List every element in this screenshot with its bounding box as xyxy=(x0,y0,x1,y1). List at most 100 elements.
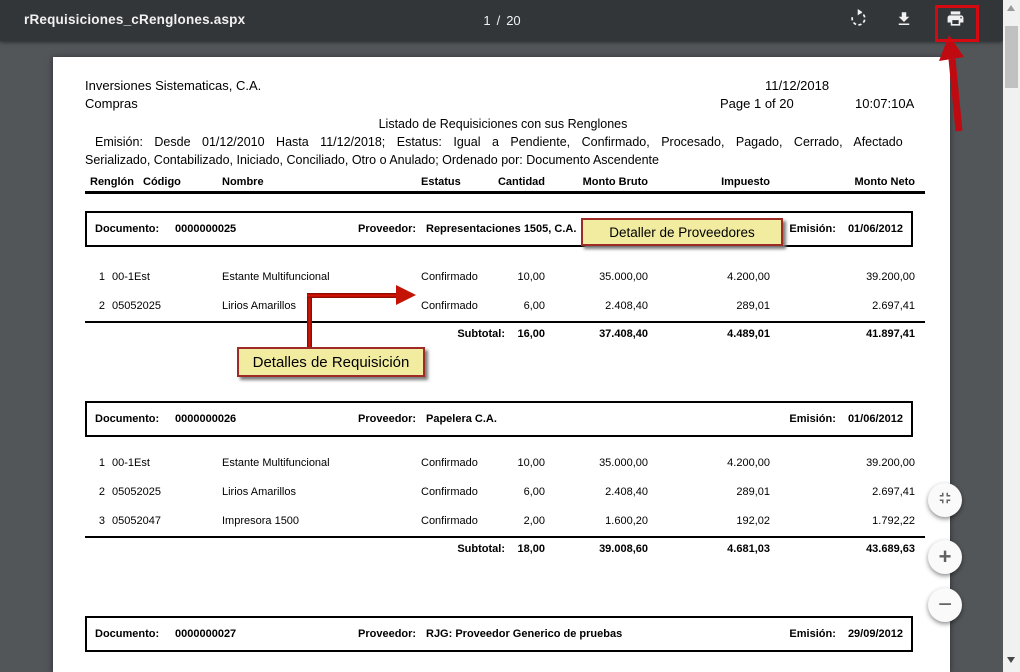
cell-estatus: Confirmado xyxy=(421,485,505,499)
col-monto-neto: Monto Neto xyxy=(855,176,915,188)
cell-renglon: 1 xyxy=(85,270,105,284)
subtotal-cantidad: 18,00 xyxy=(505,542,545,556)
cell-monto-bruto: 35.000,00 xyxy=(545,270,648,284)
filter-criteria-line1: Emisión: Desde 01/12/2010 Hasta 11/12/20… xyxy=(85,135,950,149)
rotate-button[interactable] xyxy=(844,8,872,34)
cell-nombre: Estante Multifuncional xyxy=(217,270,421,284)
proveedor-label: Proveedor: xyxy=(358,618,416,650)
print-icon xyxy=(946,9,965,33)
provider-name: Representaciones 1505, C.A. xyxy=(426,213,576,245)
subtotal-row: Subtotal: 16,00 37.408,40 4.489,01 41.89… xyxy=(85,327,915,341)
scrollbar-track[interactable] xyxy=(1003,0,1020,672)
rotate-clockwise-icon xyxy=(849,9,868,33)
department: Compras xyxy=(85,96,138,111)
table-row: 1 00-1Est Estante Multifuncional Confirm… xyxy=(85,456,915,470)
page-separator: / xyxy=(497,13,501,28)
document-header-box: Documento: 0000000025 Proveedor: Represe… xyxy=(85,211,913,247)
documento-label: Documento: xyxy=(95,213,159,245)
cell-codigo: 00-1Est xyxy=(105,456,217,470)
cell-estatus: Confirmado xyxy=(421,299,505,313)
pdf-page: Inversiones Sistematicas, C.A. Compras 1… xyxy=(53,57,950,672)
fit-to-page-button[interactable] xyxy=(928,483,962,517)
cell-codigo: 05052047 xyxy=(105,514,217,528)
scroll-up-icon[interactable] xyxy=(1007,5,1015,11)
emission-date: 29/09/2012 xyxy=(848,628,903,640)
document-number: 0000000025 xyxy=(175,213,236,245)
cell-nombre: Lirios Amarillos xyxy=(217,485,421,499)
col-impuesto: Impuesto xyxy=(721,176,770,188)
table-row: 2 05052025 Lirios Amarillos Confirmado 6… xyxy=(85,299,915,313)
zoom-out-button[interactable]: − xyxy=(928,588,962,622)
cell-estatus: Confirmado xyxy=(421,456,505,470)
page-indicator[interactable]: 1 / 20 xyxy=(432,13,572,28)
print-button[interactable] xyxy=(941,8,969,34)
report-time: 10:07:10A xyxy=(855,96,914,111)
subtotal-rule xyxy=(85,536,925,538)
detail-arrow-head xyxy=(396,285,416,305)
subtotal-label: Subtotal: xyxy=(85,327,505,341)
cell-impuesto: 289,01 xyxy=(648,485,770,499)
cell-cantidad: 2,00 xyxy=(505,514,545,528)
subtotal-rule xyxy=(85,321,925,323)
detail-arrow-vertical xyxy=(307,296,312,348)
cell-renglon: 2 xyxy=(85,485,105,499)
cell-monto-neto: 39.200,00 xyxy=(770,456,915,470)
cell-codigo: 05052025 xyxy=(105,485,217,499)
report-date: 11/12/2018 xyxy=(765,78,829,93)
table-row: 3 05052047 Impresora 1500 Confirmado 2,0… xyxy=(85,514,915,528)
page-current[interactable]: 1 xyxy=(483,13,490,28)
document-header-box: Documento: 0000000026 Proveedor: Papeler… xyxy=(85,401,913,437)
report-page-label: Page 1 of 20 xyxy=(720,96,794,111)
cell-monto-bruto: 2.408,40 xyxy=(545,299,648,313)
col-monto-bruto: Monto Bruto xyxy=(583,176,648,188)
col-nombre: Nombre xyxy=(222,176,264,188)
subtotal-row: Subtotal: 18,00 39.008,60 4.681,03 43.68… xyxy=(85,542,915,556)
document-title: rRequisiciones_cRenglones.aspx xyxy=(24,12,245,27)
scroll-down-icon[interactable] xyxy=(1007,657,1015,663)
minus-icon: − xyxy=(938,591,952,619)
cell-impuesto: 4.200,00 xyxy=(648,270,770,284)
proveedor-label: Proveedor: xyxy=(358,403,416,435)
cell-monto-neto: 1.792,22 xyxy=(770,514,915,528)
provider-callout: Detaller de Proveedores xyxy=(581,218,783,246)
scrollbar-thumb[interactable] xyxy=(1005,26,1018,88)
cell-cantidad: 10,00 xyxy=(505,270,545,284)
cell-cantidad: 10,00 xyxy=(505,456,545,470)
cell-impuesto: 289,01 xyxy=(648,299,770,313)
subtotal-monto-neto: 43.689,63 xyxy=(770,542,915,556)
emission-date: 01/06/2012 xyxy=(848,413,903,425)
cell-cantidad: 6,00 xyxy=(505,299,545,313)
column-headers: Renglón Código Nombre Estatus Cantidad M… xyxy=(85,176,925,191)
subtotal-monto-bruto: 39.008,60 xyxy=(545,542,648,556)
col-codigo: Código xyxy=(143,176,181,188)
document-number: 0000000027 xyxy=(175,618,236,650)
emission-group: Emisión: 01/06/2012 xyxy=(789,403,903,435)
fit-to-page-icon xyxy=(936,489,954,512)
cell-renglon: 3 xyxy=(85,514,105,528)
cell-monto-neto: 2.697,41 xyxy=(770,299,915,313)
zoom-in-button[interactable]: + xyxy=(928,540,962,574)
cell-nombre: Impresora 1500 xyxy=(217,514,421,528)
page-total: 20 xyxy=(506,13,520,28)
report-title: Listado de Requisiciones con sus Renglon… xyxy=(93,117,913,131)
filter-criteria-line2: Serializado, Contabilizado, Iniciado, Co… xyxy=(85,153,659,167)
cell-estatus: Confirmado xyxy=(421,514,505,528)
emission-group: Emisión: 01/06/2012 xyxy=(789,213,903,245)
proveedor-label: Proveedor: xyxy=(358,213,416,245)
download-button[interactable] xyxy=(890,8,918,34)
emission-group: Emisión: 29/09/2012 xyxy=(789,618,903,650)
table-row: 2 05052025 Lirios Amarillos Confirmado 6… xyxy=(85,485,915,499)
document-number: 0000000026 xyxy=(175,403,236,435)
cell-codigo: 05052025 xyxy=(105,299,217,313)
cell-monto-bruto: 35.000,00 xyxy=(545,456,648,470)
documento-label: Documento: xyxy=(95,618,159,650)
detail-arrow-horizontal xyxy=(307,293,397,298)
emision-label: Emisión: xyxy=(789,628,835,640)
emission-date: 01/06/2012 xyxy=(848,223,903,235)
cell-nombre: Lirios Amarillos xyxy=(217,299,421,313)
cell-impuesto: 4.200,00 xyxy=(648,456,770,470)
document-header-box: Documento: 0000000027 Proveedor: RJG: Pr… xyxy=(85,616,913,652)
pdf-toolbar: rRequisiciones_cRenglones.aspx 1 / 20 xyxy=(0,0,1003,41)
subtotal-monto-neto: 41.897,41 xyxy=(770,327,915,341)
cell-codigo: 00-1Est xyxy=(105,270,217,284)
